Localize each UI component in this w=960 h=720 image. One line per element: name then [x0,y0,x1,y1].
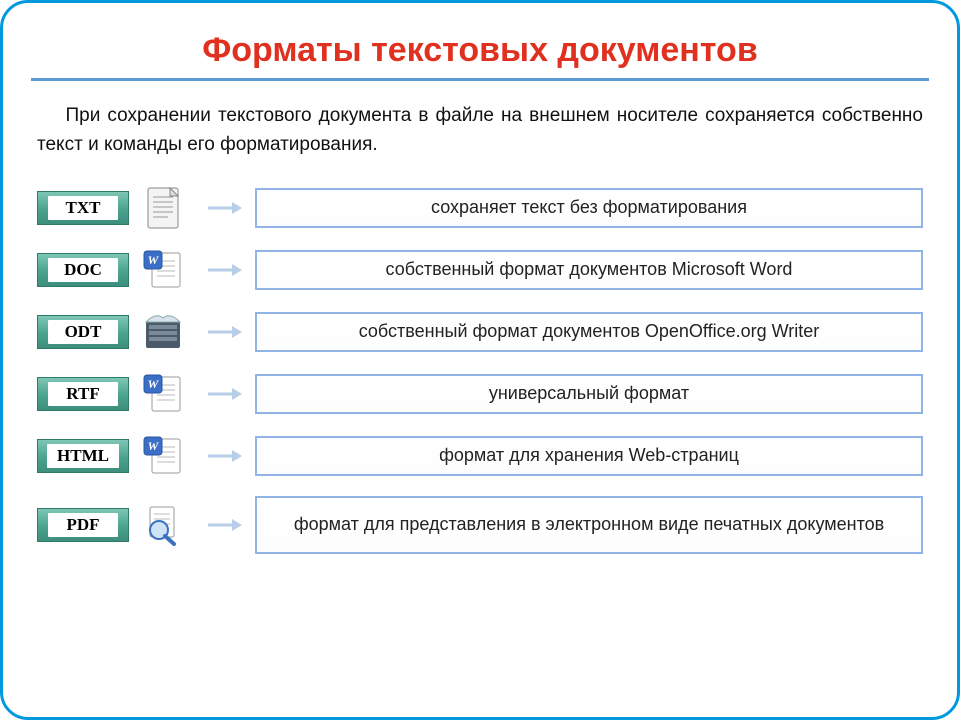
svg-text:W: W [148,439,160,453]
pdf-magnifier-icon [139,503,187,547]
page-title: Форматы текстовых документов [31,31,929,70]
word-doc-icon: W [139,434,187,478]
format-desc-txt: сохраняет текст без форматирования [255,188,923,228]
format-tag-pdf: PDF [37,508,129,542]
svg-text:W: W [148,253,160,267]
svg-text:W: W [148,377,160,391]
word-doc-icon: W [139,372,187,416]
openoffice-book-icon [139,310,187,354]
format-desc-doc: собственный формат документов Microsoft … [255,250,923,290]
arrow-icon [205,516,245,534]
format-tag-txt: TXT [37,191,129,225]
arrow-icon [205,323,245,341]
format-desc-html: формат для хранения Web-страниц [255,436,923,476]
format-tag-label: PDF [48,513,118,537]
txt-file-icon [139,186,187,230]
word-doc-icon: W [139,248,187,292]
format-tag-label: ODT [48,320,118,344]
format-tag-label: HTML [47,444,119,468]
format-row-doc: DOC W собственный формат документов Micr… [37,248,923,292]
format-tag-odt: ODT [37,315,129,349]
formats-list: TXT сохраняет текст без форматирования D… [31,186,929,554]
format-desc-rtf: универсальный формат [255,374,923,414]
format-tag-doc: DOC [37,253,129,287]
format-desc-pdf: формат для представления в электронном в… [255,496,923,554]
title-underline [31,78,929,81]
format-row-pdf: PDF формат для представления в электронн… [37,496,923,554]
format-row-odt: ODT собственный формат документов OpenOf… [37,310,923,354]
format-tag-label: RTF [48,382,118,406]
arrow-icon [205,447,245,465]
format-desc-odt: собственный формат документов OpenOffice… [255,312,923,352]
format-tag-rtf: RTF [37,377,129,411]
format-row-txt: TXT сохраняет текст без форматирования [37,186,923,230]
format-row-html: HTML W формат для хранения Web-страниц [37,434,923,478]
format-tag-html: HTML [37,439,129,473]
arrow-icon [205,261,245,279]
format-tag-label: DOC [48,258,118,282]
slide-frame: Форматы текстовых документов При сохране… [0,0,960,720]
intro-text: При сохранении текстового документа в фа… [31,101,929,160]
format-tag-label: TXT [48,196,118,220]
arrow-icon [205,199,245,217]
format-row-rtf: RTF W универсальный формат [37,372,923,416]
arrow-icon [205,385,245,403]
